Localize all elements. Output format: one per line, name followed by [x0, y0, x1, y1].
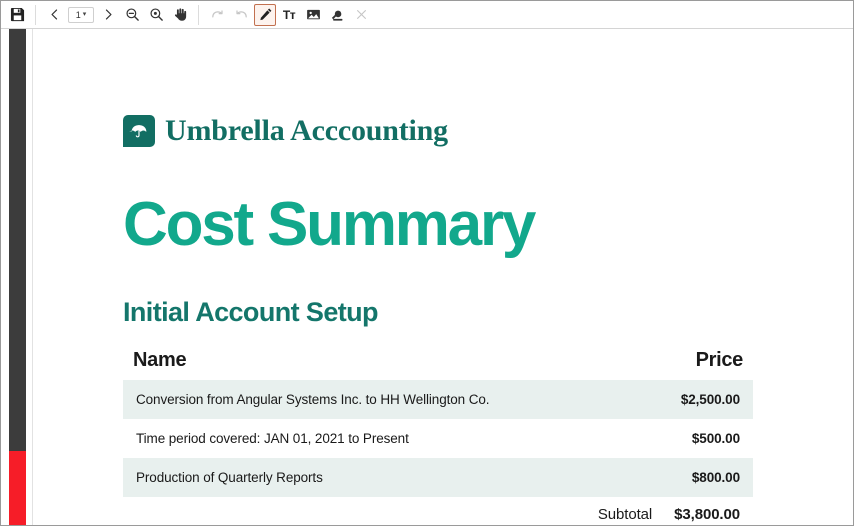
pan-tool-button[interactable]: [169, 4, 191, 26]
stamp-icon: [331, 10, 342, 21]
toolbar-separator: [35, 4, 36, 25]
toolbar-group-annotate: Tт: [253, 1, 373, 28]
toolbar: 1 ▾ Tт: [1, 1, 853, 29]
logo-mark: [123, 115, 155, 147]
subtotal-value: $3,800.00: [674, 505, 740, 523]
document-scrollbar[interactable]: [9, 29, 26, 525]
text-tool-icon: Tт: [282, 7, 296, 22]
chevron-right-icon: [105, 9, 112, 20]
table-row: Production of Quarterly Reports $800.00: [123, 458, 753, 497]
pencil-icon: [259, 8, 271, 21]
zoom-out-icon: [125, 8, 139, 21]
close-icon: [356, 10, 366, 19]
save-icon: [10, 7, 24, 22]
row-name: Time period covered: JAN 01, 2021 to Pre…: [136, 431, 409, 446]
document-title: Cost Summary: [123, 190, 536, 259]
draw-tool-button[interactable]: [254, 3, 276, 26]
subtotal-row: Subtotal $3,800.00: [123, 497, 753, 525]
close-toolbar-button[interactable]: [350, 4, 372, 26]
toolbar-group-history: [205, 1, 253, 28]
table-row: Time period covered: JAN 01, 2021 to Pre…: [123, 419, 753, 458]
insert-image-button[interactable]: [302, 4, 324, 26]
table-row: Conversion from Angular Systems Inc. to …: [123, 380, 753, 419]
toolbar-group-navigation: 1 ▾: [42, 1, 120, 28]
pdf-editor-window: 1 ▾ Tт Umbrella Acccounting Cost Summary…: [0, 0, 854, 526]
company-name: Umbrella Acccounting: [165, 114, 448, 147]
rail-gutter-right: [26, 29, 33, 525]
toolbar-separator: [198, 4, 199, 25]
image-icon: [306, 9, 320, 20]
save-button[interactable]: [6, 4, 28, 26]
toolbar-group-view: [120, 1, 192, 28]
scrollbar-position-marker[interactable]: [9, 450, 26, 525]
page-number-value: 1: [75, 9, 81, 20]
stamp-tool-button[interactable]: [326, 4, 348, 26]
document-page[interactable]: Umbrella Acccounting Cost Summary Initia…: [33, 29, 853, 525]
next-page-button[interactable]: [97, 4, 119, 26]
row-name: Production of Quarterly Reports: [136, 470, 323, 485]
undo-button[interactable]: [230, 4, 252, 26]
company-logo: Umbrella Acccounting: [123, 114, 448, 148]
section-heading: Initial Account Setup: [123, 297, 379, 327]
row-price: $800.00: [691, 470, 740, 485]
chevron-left-icon: [50, 9, 57, 20]
redo-icon: [211, 10, 223, 18]
row-name: Conversion from Angular Systems Inc. to …: [136, 392, 490, 407]
document-viewer: Umbrella Acccounting Cost Summary Initia…: [1, 29, 853, 525]
page-number-select[interactable]: 1 ▾: [68, 6, 94, 23]
column-header-price: Price: [695, 349, 744, 371]
umbrella-icon: [129, 125, 147, 138]
table-header-row: Name Price: [123, 349, 753, 380]
chevron-down-icon: ▾: [82, 11, 87, 18]
text-tool-button[interactable]: Tт: [278, 4, 300, 26]
zoom-in-button[interactable]: [145, 4, 167, 26]
redo-button[interactable]: [206, 4, 228, 26]
rail-gutter-left: [1, 29, 9, 525]
undo-icon: [235, 10, 247, 18]
subtotal-label: Subtotal: [597, 505, 653, 523]
column-header-name: Name: [133, 349, 187, 371]
hand-icon: [174, 8, 186, 21]
zoom-in-icon: [149, 8, 163, 21]
cost-table: Name Price Conversion from Angular Syste…: [123, 349, 753, 525]
previous-page-button[interactable]: [43, 4, 65, 26]
row-price: $2,500.00: [680, 392, 740, 407]
zoom-out-button[interactable]: [121, 4, 143, 26]
row-price: $500.00: [691, 431, 740, 446]
toolbar-group-file: [5, 1, 29, 28]
